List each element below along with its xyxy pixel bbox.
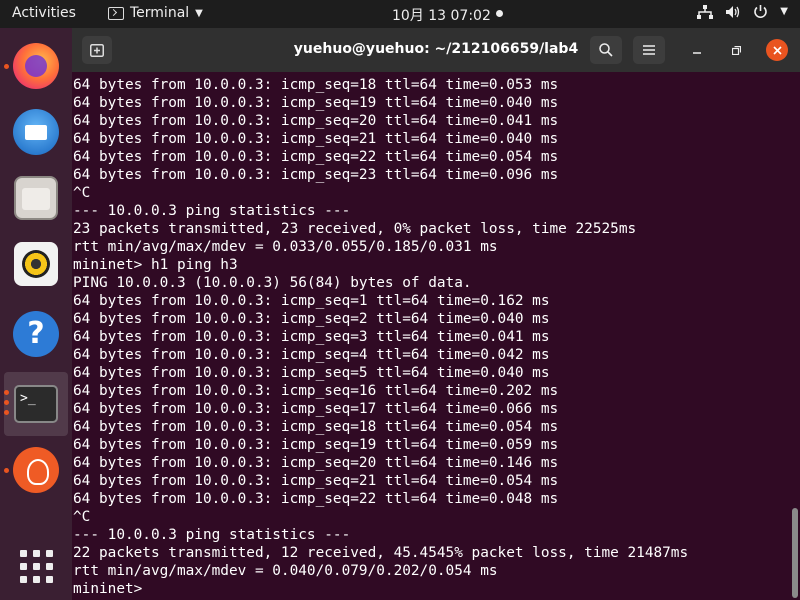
terminal-line: 64 bytes from 10.0.0.3: icmp_seq=23 ttl=…: [73, 167, 559, 183]
power-icon: [754, 5, 768, 19]
terminal-line: 64 bytes from 10.0.0.3: icmp_seq=21 ttl=…: [73, 473, 559, 489]
terminal-window: yuehuo@yuehuo: ~/212106659/lab4 64 bytes…: [72, 28, 800, 600]
dock: ? >_: [0, 28, 72, 600]
menu-button[interactable]: [633, 36, 665, 64]
notification-dot-icon: [496, 10, 503, 17]
app-menu[interactable]: Terminal ▼: [108, 5, 203, 21]
dock-item-files[interactable]: [0, 166, 72, 230]
dock-item-terminal[interactable]: >_: [4, 372, 68, 436]
network-icon: [697, 4, 714, 19]
close-icon: [772, 45, 782, 55]
terminal-line: 64 bytes from 10.0.0.3: icmp_seq=22 ttl=…: [73, 491, 559, 507]
dock-item-firefox[interactable]: [0, 34, 72, 98]
terminal-output[interactable]: 64 bytes from 10.0.0.3: icmp_seq=18 ttl=…: [72, 76, 788, 600]
clock[interactable]: 10月 13 07:02: [392, 5, 491, 25]
app-menu-label: Terminal: [130, 5, 190, 21]
scrollbar[interactable]: [792, 508, 798, 598]
search-button[interactable]: [590, 36, 622, 64]
running-indicator: [4, 468, 9, 473]
running-indicator: [4, 64, 9, 69]
terminal-line: rtt min/avg/max/mdev = 0.040/0.079/0.202…: [73, 563, 498, 579]
search-icon: [599, 43, 613, 57]
running-indicator: [4, 390, 9, 395]
terminal-line: 23 packets transmitted, 23 received, 0% …: [73, 221, 637, 237]
maximize-button[interactable]: [725, 39, 747, 61]
activities-button[interactable]: Activities: [12, 5, 76, 21]
running-indicator: [4, 400, 9, 405]
dock-item-thunderbird[interactable]: [0, 100, 72, 164]
terminal-line: 64 bytes from 10.0.0.3: icmp_seq=2 ttl=6…: [73, 311, 550, 327]
terminal-line: 64 bytes from 10.0.0.3: icmp_seq=21 ttl=…: [73, 131, 559, 147]
show-applications-button[interactable]: [0, 534, 72, 598]
dock-item-rhythmbox[interactable]: [0, 232, 72, 296]
terminal-line: 64 bytes from 10.0.0.3: icmp_seq=18 ttl=…: [73, 77, 559, 93]
terminal-line: rtt min/avg/max/mdev = 0.033/0.055/0.185…: [73, 239, 498, 255]
terminal-line: --- 10.0.0.3 ping statistics ---: [73, 527, 351, 543]
files-icon: [14, 176, 58, 220]
terminal-line: 64 bytes from 10.0.0.3: icmp_seq=4 ttl=6…: [73, 347, 550, 363]
postman-icon: [13, 447, 59, 493]
close-button[interactable]: [766, 39, 788, 61]
terminal-line: 64 bytes from 10.0.0.3: icmp_seq=1 ttl=6…: [73, 293, 550, 309]
terminal-line: 64 bytes from 10.0.0.3: icmp_seq=20 ttl=…: [73, 113, 559, 129]
rhythmbox-icon: [14, 242, 58, 286]
terminal-line: 22 packets transmitted, 12 received, 45.…: [73, 545, 689, 561]
show-apps-icon: [19, 549, 53, 583]
terminal-line: 64 bytes from 10.0.0.3: icmp_seq=3 ttl=6…: [73, 329, 550, 345]
dock-item-postman[interactable]: [0, 438, 72, 502]
help-icon: ?: [13, 311, 59, 357]
thunderbird-icon: [13, 109, 59, 155]
terminal-line: mininet> h1 ping h3: [73, 257, 238, 273]
volume-icon: [726, 5, 740, 18]
terminal-line: 64 bytes from 10.0.0.3: icmp_seq=16 ttl=…: [73, 383, 559, 399]
terminal-icon: >_: [14, 385, 58, 423]
caret-down-icon: ▼: [195, 7, 203, 19]
terminal-line: ^C: [73, 185, 91, 201]
terminal-line: ^C: [73, 509, 91, 525]
terminal-line: 64 bytes from 10.0.0.3: icmp_seq=18 ttl=…: [73, 419, 559, 435]
firefox-icon: [13, 43, 59, 89]
terminal-line: PING 10.0.0.3 (10.0.0.3) 56(84) bytes of…: [73, 275, 472, 291]
terminal-line: --- 10.0.0.3 ping statistics ---: [73, 203, 351, 219]
terminal-line: 64 bytes from 10.0.0.3: icmp_seq=19 ttl=…: [73, 437, 559, 453]
dock-item-help[interactable]: ?: [0, 302, 72, 366]
terminal-icon: [108, 6, 124, 20]
hamburger-menu-icon: [643, 45, 655, 55]
terminal-line: 64 bytes from 10.0.0.3: icmp_seq=17 ttl=…: [73, 401, 559, 417]
terminal-line: 64 bytes from 10.0.0.3: icmp_seq=19 ttl=…: [73, 95, 559, 111]
terminal-line: 64 bytes from 10.0.0.3: icmp_seq=20 ttl=…: [73, 455, 559, 471]
caret-down-icon: ▼: [780, 6, 788, 17]
restore-icon: [731, 45, 741, 55]
running-indicator: [4, 410, 9, 415]
terminal-line: mininet>: [73, 581, 151, 597]
terminal-line: 64 bytes from 10.0.0.3: icmp_seq=22 ttl=…: [73, 149, 559, 165]
minimize-button[interactable]: [686, 39, 708, 61]
system-tray[interactable]: ▼: [697, 4, 788, 19]
top-bar: Activities Terminal ▼ 10月 13 07:02 ▼: [0, 0, 800, 28]
window-titlebar[interactable]: yuehuo@yuehuo: ~/212106659/lab4: [72, 28, 800, 72]
terminal-line: 64 bytes from 10.0.0.3: icmp_seq=5 ttl=6…: [73, 365, 550, 381]
minimize-icon: [693, 52, 701, 54]
